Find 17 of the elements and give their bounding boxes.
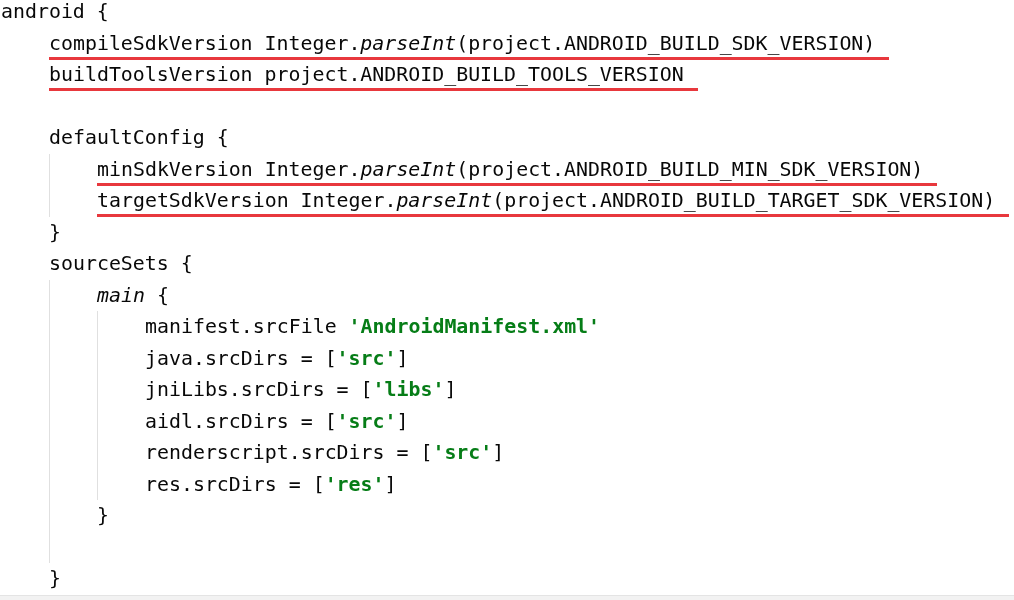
code-line: main {: [97, 282, 169, 309]
code-line: minSdkVersion Integer.parseInt(project.ANDROID_BUILD_MIN_SDK_VERSION): [97, 153, 938, 186]
code-line: compileSdkVersion Integer.parseInt(project.ANDROID_BUILD_SDK_VERSION): [49, 27, 890, 60]
code-line: }: [49, 566, 61, 592]
code-line: defaultConfig {: [49, 125, 229, 151]
code-line: aidl.srcDirs = ['src']: [145, 408, 409, 435]
code-line: targetSdkVersion Integer.parseInt(project.ANDROID_BUILD_TARGET_SDK_VERSION): [97, 185, 1010, 217]
code-line: java.srcDirs = ['src']: [145, 345, 409, 372]
code-line: }: [49, 219, 61, 246]
code-line: sourceSets {: [49, 251, 193, 277]
code-line: manifest.srcFile 'AndroidManifest.xml': [145, 314, 601, 340]
code-line: }: [97, 503, 109, 529]
code-line: res.srcDirs = ['res']: [145, 471, 397, 498]
code-line: renderscript.srcDirs = ['src']: [145, 440, 505, 466]
code-line: android {: [1, 0, 109, 25]
code-line: jniLibs.srcDirs = ['libs']: [145, 377, 457, 403]
code-line: buildToolsVersion project.ANDROID_BUILD_TOOLS_VERSION: [49, 59, 698, 91]
